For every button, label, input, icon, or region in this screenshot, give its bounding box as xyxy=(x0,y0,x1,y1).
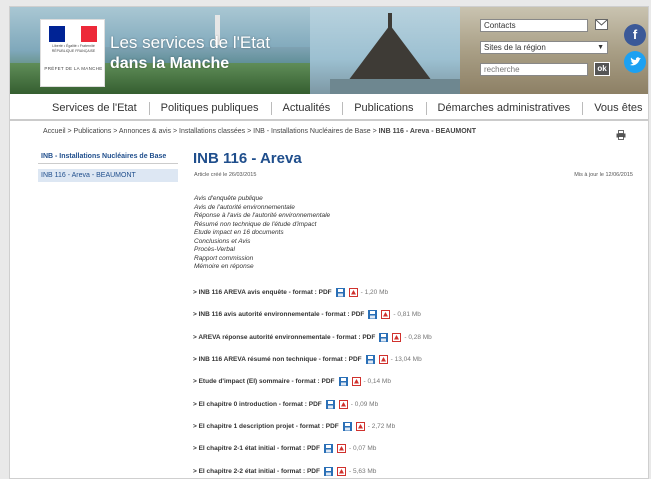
nav-item-actualites[interactable]: Actualités xyxy=(270,96,343,119)
save-icon[interactable] xyxy=(368,310,378,320)
summary-line: Résumé non technique de l'étude d'impact xyxy=(194,220,317,228)
save-icon[interactable] xyxy=(323,444,333,454)
site-title-line2: dans la Manche xyxy=(110,55,230,72)
chevron-down-icon: ▼ xyxy=(597,44,604,51)
updated-date: Mis à jour le 12/06/2015 xyxy=(574,172,633,178)
summary-line: Avis de l'autorité environnementale xyxy=(194,203,295,211)
main-nav: Services de l'Etat Politiques publiques … xyxy=(10,96,648,121)
file-size: - 0,09 Mb xyxy=(350,400,379,408)
save-icon[interactable] xyxy=(325,399,335,409)
download-link[interactable]: > AREVA réponse autorité environnemental… xyxy=(193,334,375,341)
file-size: - 13,04 Mb xyxy=(390,356,422,364)
download-item: > INB 116 AREVA résumé non technique - f… xyxy=(193,348,633,370)
marianne-logo[interactable]: Liberté • Égalité • Fraternité RÉPUBLIQU… xyxy=(40,19,105,87)
download-item: > EI chapitre 2-1 état initial - format … xyxy=(193,438,633,460)
file-size: - 1,20 Mb xyxy=(360,289,389,297)
save-icon[interactable] xyxy=(342,421,352,431)
search-input[interactable] xyxy=(480,63,588,76)
breadcrumb-path[interactable]: Accueil > Publications > Annonces & avis… xyxy=(43,128,379,135)
download-item: > EI chapitre 1 description projet - for… xyxy=(193,415,633,437)
flag-red xyxy=(81,26,97,42)
save-icon[interactable] xyxy=(335,288,345,298)
summary-line: Etude impact en 16 documents xyxy=(194,229,284,236)
download-link[interactable]: > Etude d'impact (EI) sommaire - format … xyxy=(193,378,335,385)
breadcrumb-current: INB 116 - Areva - BEAUMONT xyxy=(378,128,476,135)
download-link[interactable]: > EI chapitre 1 description projet - for… xyxy=(193,423,339,430)
flag-icon xyxy=(49,26,97,42)
twitter-icon[interactable] xyxy=(624,51,646,73)
file-size: - 0,81 Mb xyxy=(393,311,421,319)
file-size: - 0,14 Mb xyxy=(363,378,391,386)
download-item: > Etude d'impact (EI) sommaire - format … xyxy=(193,371,633,393)
pdf-icon[interactable] xyxy=(338,399,348,409)
pdf-icon[interactable] xyxy=(355,421,365,431)
pdf-icon[interactable] xyxy=(348,288,358,298)
file-size: - 0,07 Mb xyxy=(348,445,377,453)
breadcrumb: Accueil > Publications > Annonces & avis… xyxy=(43,128,476,135)
download-link[interactable]: > EI chapitre 2-1 état initial - format … xyxy=(193,445,320,452)
contacts-link[interactable]: Contacts xyxy=(480,19,588,32)
summary-line: Rapport commission xyxy=(194,254,254,262)
nav-item-vous-etes[interactable]: Vous êtes xyxy=(582,96,648,119)
page-title: INB 116 - Areva xyxy=(193,150,302,167)
file-size: - 2,72 Mb xyxy=(367,422,396,430)
nav-item-services-etat[interactable]: Services de l'Etat xyxy=(40,96,149,119)
download-item: > EI chapitre 0 introduction - format : … xyxy=(193,393,633,415)
summary-line: Procès-Verbal xyxy=(194,246,235,253)
sites-region-select[interactable]: Sites de la région ▼ xyxy=(480,41,608,54)
site-title-line1: Les services de l'Etat xyxy=(110,33,271,52)
facebook-icon[interactable]: f xyxy=(624,24,646,46)
download-link[interactable]: > EI chapitre 2-2 état initial - format … xyxy=(193,468,320,475)
summary-line: Avis d'enquête publique xyxy=(194,195,263,202)
mail-icon[interactable] xyxy=(595,19,608,30)
sidebar-item-inb116[interactable]: INB 116 - Areva - BEAUMONT xyxy=(38,169,178,182)
nav-item-publications[interactable]: Publications xyxy=(342,96,425,119)
nav-item-demarches[interactable]: Démarches administratives xyxy=(425,96,583,119)
download-item: > INB 116 AREVA avis enquête - format : … xyxy=(193,282,633,304)
nav-item-politiques-publiques[interactable]: Politiques publiques xyxy=(148,96,271,119)
banner-spire xyxy=(388,13,392,31)
flag-blue xyxy=(49,26,65,42)
pdf-icon[interactable] xyxy=(392,332,402,342)
download-link[interactable]: > INB 116 AREVA avis enquête - format : … xyxy=(193,289,332,296)
save-icon[interactable] xyxy=(323,466,333,476)
summary-line: Réponse à l'avis de l'autorité environne… xyxy=(194,212,331,219)
file-size: - 0,28 Mb xyxy=(404,333,432,341)
pdf-icon[interactable] xyxy=(351,377,361,387)
created-date: Article créé le 26/03/2015 xyxy=(194,172,257,178)
download-item: > EI chapitre 2-2 état initial - format … xyxy=(193,460,633,478)
pdf-icon[interactable] xyxy=(336,466,346,476)
save-icon[interactable] xyxy=(338,377,348,387)
save-icon[interactable] xyxy=(379,332,389,342)
download-item: > INB 116 avis autorité environnementale… xyxy=(193,304,633,326)
main-content: INB 116 - Areva Article créé le 26/03/20… xyxy=(193,150,633,479)
search-ok-button[interactable]: ok xyxy=(594,62,610,76)
banner-bay xyxy=(330,79,460,94)
download-link[interactable]: > INB 116 avis autorité environnementale… xyxy=(193,311,364,318)
pdf-icon[interactable] xyxy=(336,444,346,454)
download-link[interactable]: > INB 116 AREVA résumé non technique - f… xyxy=(193,356,362,363)
document-summary-list: Avis d'enquête publique Avis de l'autori… xyxy=(194,195,633,272)
download-link[interactable]: > EI chapitre 0 introduction - format : … xyxy=(193,401,322,408)
sidebar-heading[interactable]: INB - Installations Nucléaires de Base xyxy=(38,150,178,164)
banner-mont-saint-michel xyxy=(345,25,435,85)
print-icon[interactable] xyxy=(616,127,626,140)
page: Liberté • Égalité • Fraternité RÉPUBLIQU… xyxy=(9,6,649,479)
save-icon[interactable] xyxy=(365,355,375,365)
flag-white xyxy=(65,26,81,42)
header-banner: Liberté • Égalité • Fraternité RÉPUBLIQU… xyxy=(10,7,648,94)
download-item: > AREVA réponse autorité environnemental… xyxy=(193,326,633,348)
sites-select-value: Sites de la région xyxy=(484,43,546,52)
download-list: > INB 116 AREVA avis enquête - format : … xyxy=(193,282,633,479)
summary-line: Conclusions et Avis xyxy=(194,237,251,245)
pdf-icon[interactable] xyxy=(378,355,388,365)
article-meta: Article créé le 26/03/2015 Mis à jour le… xyxy=(193,170,633,182)
sidebar: INB - Installations Nucléaires de Base I… xyxy=(38,150,178,182)
logo-prefet: PRÉFET DE LA MANCHE xyxy=(44,66,103,71)
summary-line: Mémoire en réponse xyxy=(194,263,254,270)
file-size: - 5,63 Mb xyxy=(348,467,377,475)
pdf-icon[interactable] xyxy=(381,310,391,320)
logo-motto: Liberté • Égalité • Fraternité RÉPUBLIQU… xyxy=(51,44,96,53)
